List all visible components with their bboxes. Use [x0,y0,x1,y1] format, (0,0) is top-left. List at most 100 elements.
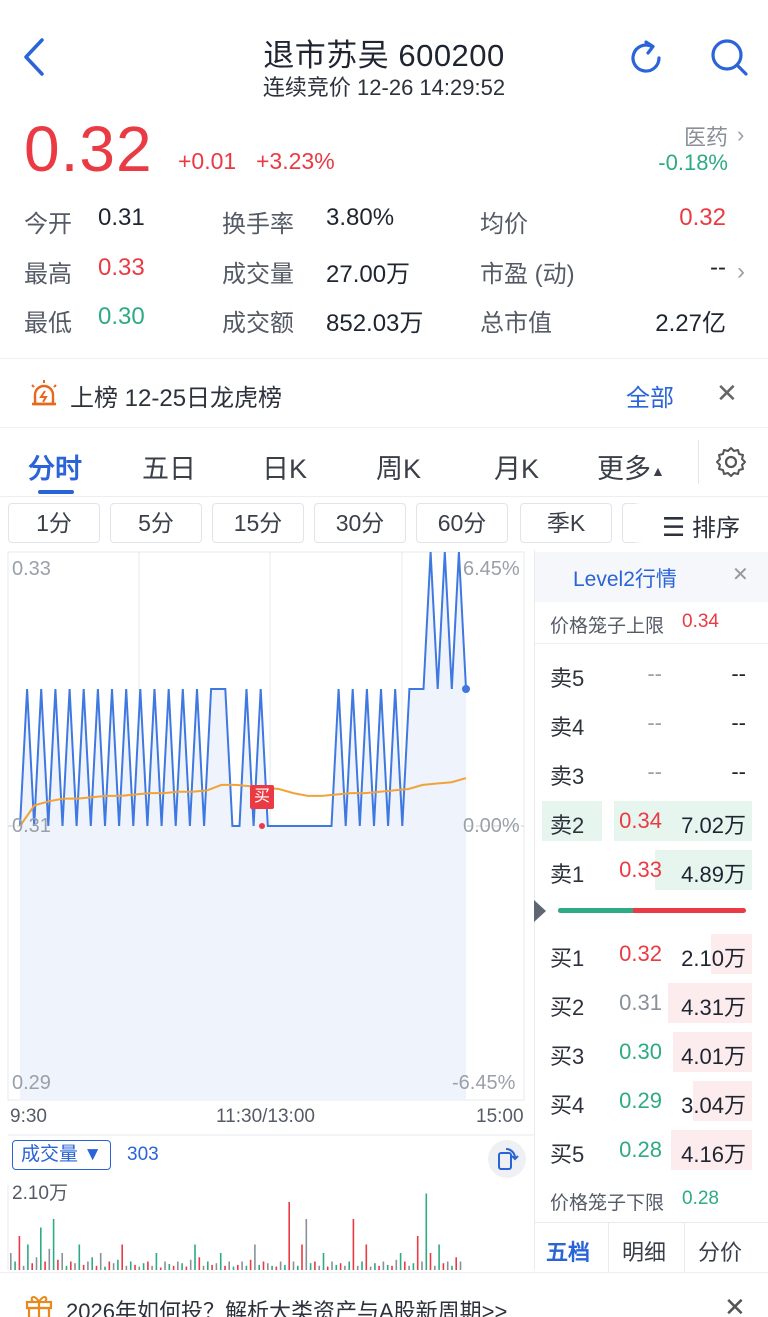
buy-level-row[interactable]: 买2 0.31 4.31万 [534,979,768,1027]
alert-text[interactable]: 上榜 12-25日龙虎榜 [70,378,282,413]
buy-level-row[interactable]: 买1 0.32 2.10万 [534,930,768,978]
volume-bar [219,1253,222,1270]
chevron-right-icon[interactable]: › [737,122,744,148]
tab-weekly-k[interactable]: 周K [376,447,421,486]
tab-five-levels[interactable]: 五档 [546,1235,590,1267]
volume-bar [211,1264,213,1270]
tab-price-distribution[interactable]: 分价 [698,1235,742,1267]
volume-bar [335,1264,338,1270]
volume-bar [44,1261,46,1270]
tab-more-label: 更多 [597,454,651,484]
volume-bar [207,1261,209,1270]
sell-level-row[interactable]: 卖2 0.34 7.02万 [534,797,768,845]
volume-bar [399,1253,402,1270]
settings-gear-icon[interactable] [714,445,748,479]
buy-level-row[interactable]: 买4 0.29 3.04万 [534,1077,768,1125]
refresh-icon[interactable] [626,38,666,78]
level-price: 0.34 [619,808,662,833]
tab-five-day[interactable]: 五日 [142,447,196,486]
volume-bar [254,1244,256,1270]
sell-level-row[interactable]: 卖3 -- -- [534,748,768,796]
buy-level-row[interactable]: 买3 0.30 4.01万 [534,1028,768,1076]
sell-level-row[interactable]: 卖4 -- -- [534,699,768,747]
volume-bar [284,1264,286,1270]
buy-point-dot [259,823,265,829]
subtab-60min[interactable]: 60分 [416,503,508,543]
close-icon[interactable]: ✕ [732,562,749,587]
level-price: 0.31 [619,990,662,1015]
sell-level-row[interactable]: 卖1 0.33 4.89万 [534,846,768,894]
close-icon[interactable]: ✕ [724,1292,746,1317]
buy-level-row[interactable]: 买5 0.28 4.16万 [534,1126,768,1174]
volume-bar [258,1264,260,1270]
sector-name[interactable]: 医药 [684,120,728,152]
level-label: 卖2 [550,813,585,838]
volume-bar [181,1263,183,1270]
divider [535,643,768,644]
volume-bar [382,1261,385,1270]
volume-bar [22,1265,25,1270]
tab-intraday[interactable]: 分时 [28,447,82,486]
volume-bar [322,1253,325,1270]
volume-bar [378,1265,380,1270]
close-icon[interactable]: ✕ [716,378,738,409]
stat-value: 0.32 [679,204,726,231]
volume-bar [40,1227,42,1270]
search-icon[interactable] [708,36,750,78]
volume-bar [429,1253,432,1270]
menu-icon: ☰ [662,512,686,542]
volume-bar [168,1264,171,1270]
level2-title[interactable]: Level2行情 [573,563,677,593]
lower-limit-label: 价格笼子下限 [550,1193,665,1214]
volume-bar [232,1266,235,1270]
alert-all-link[interactable]: 全部 [626,378,674,413]
volume-bar [142,1263,145,1270]
volume-bar [275,1266,278,1270]
chevron-right-icon[interactable]: › [737,258,745,286]
stat-label: 最高 [24,261,72,288]
tab-more[interactable]: 更多▲ [597,447,665,486]
volume-bar [395,1259,398,1270]
volume-bar [365,1244,368,1270]
volume-bar [99,1253,102,1270]
level-price: 0.32 [619,941,662,966]
triangle-right-icon [534,900,546,922]
volume-bar [391,1265,393,1270]
volume-bar [52,1219,55,1270]
sort-button[interactable]: ☰ 排序 [662,508,740,543]
volume-bar [129,1261,132,1270]
subtab-30min[interactable]: 30分 [314,503,406,543]
volume-bar [267,1263,269,1270]
subtab-15min[interactable]: 15分 [212,503,304,543]
divider [0,496,768,497]
volume-bar [404,1261,406,1270]
volume-label: 成交量 [21,1144,79,1165]
volume-bar [339,1263,342,1270]
tab-details[interactable]: 明细 [622,1235,666,1267]
volume-bar [198,1257,201,1270]
level-label: 买1 [550,946,585,971]
rotate-screen-button[interactable] [488,1140,526,1178]
volume-bar [117,1259,119,1270]
subtab-1min[interactable]: 1分 [8,503,100,543]
volume-bar [164,1261,166,1270]
stat-value: 852.03万 [326,310,424,337]
volume-bar [151,1265,153,1270]
sell-level-row[interactable]: 卖5 -- -- [534,650,768,698]
tab-monthly-k[interactable]: 月K [494,447,539,486]
volume-bar [138,1266,141,1270]
price-change-percent: +3.23% [256,148,335,174]
promo-text[interactable]: 2026年如何投？解析大类资产与A股新周期>> [66,1294,507,1317]
tab-daily-k[interactable]: 日K [262,447,307,486]
volume-bar [159,1267,162,1270]
caret-up-icon: ▲ [651,462,665,479]
level-volume: 3.04万 [681,1093,746,1118]
stat-value: 0.33 [98,254,145,281]
buy-marker[interactable]: 买 [250,785,274,809]
stat-value: 27.00万 [326,261,411,288]
subtab-5min[interactable]: 5分 [110,503,202,543]
buy-sell-ratio-bar [558,908,746,913]
subtab-quarterly-k[interactable]: 季K [520,503,612,543]
volume-bar [292,1261,295,1270]
volume-indicator-select[interactable]: 成交量 ▼ [12,1140,112,1170]
